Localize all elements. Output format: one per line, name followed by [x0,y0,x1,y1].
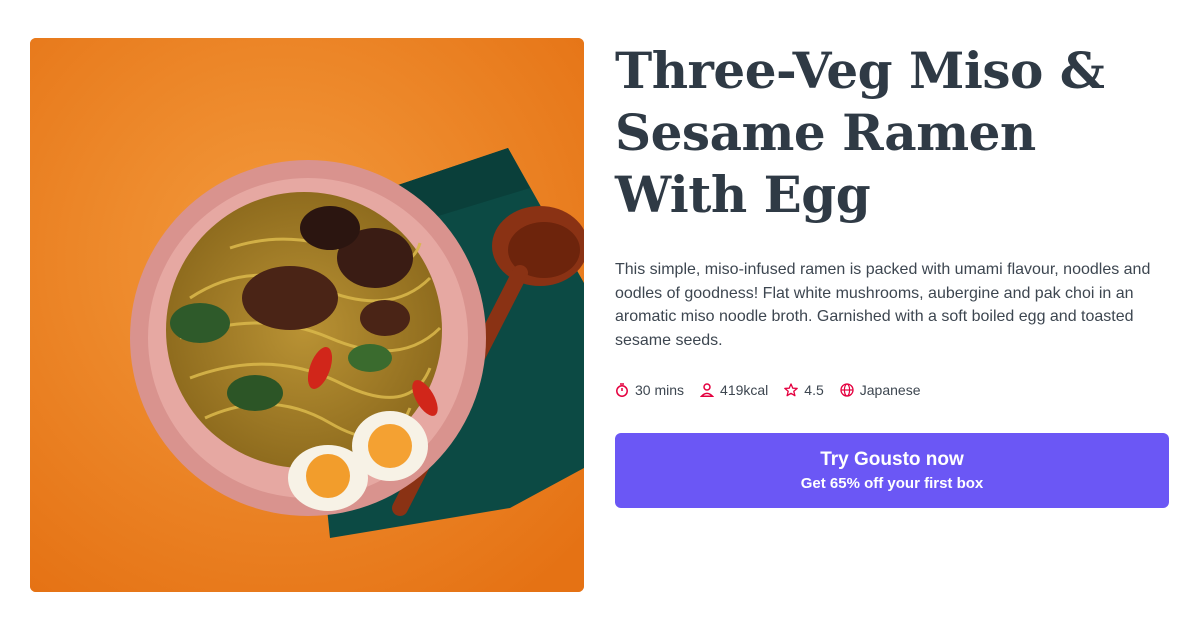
recipe-meta: 30 mins 419kcal 4.5 Japanese [615,382,1170,398]
cta-sub-label: Get 65% off your first box [800,474,984,492]
meta-rating-label: 4.5 [804,382,824,398]
try-gousto-button[interactable]: Try Gousto now Get 65% off your first bo… [615,433,1169,508]
meta-cuisine: Japanese [840,382,921,398]
person-icon [700,383,715,397]
cta-main-label: Try Gousto now [820,448,964,470]
star-icon [784,383,799,397]
recipe-title: Three-Veg Miso & Sesame Ramen With Egg [615,41,1105,224]
meta-rating: 4.5 [784,382,824,398]
meta-time: 30 mins [615,382,684,398]
recipe-description: This simple, miso-infused ramen is packe… [615,261,1151,349]
meta-cuisine-label: Japanese [859,382,921,398]
meta-calories-label: 419kcal [720,382,769,398]
meta-time-label: 30 mins [635,382,685,398]
globe-icon [840,383,854,397]
meta-calories: 419kcal [700,382,768,398]
recipe-info: Three-Veg Miso & Sesame Ramen With Egg T… [615,40,1170,398]
timer-icon [616,383,628,397]
recipe-photo [30,38,584,592]
